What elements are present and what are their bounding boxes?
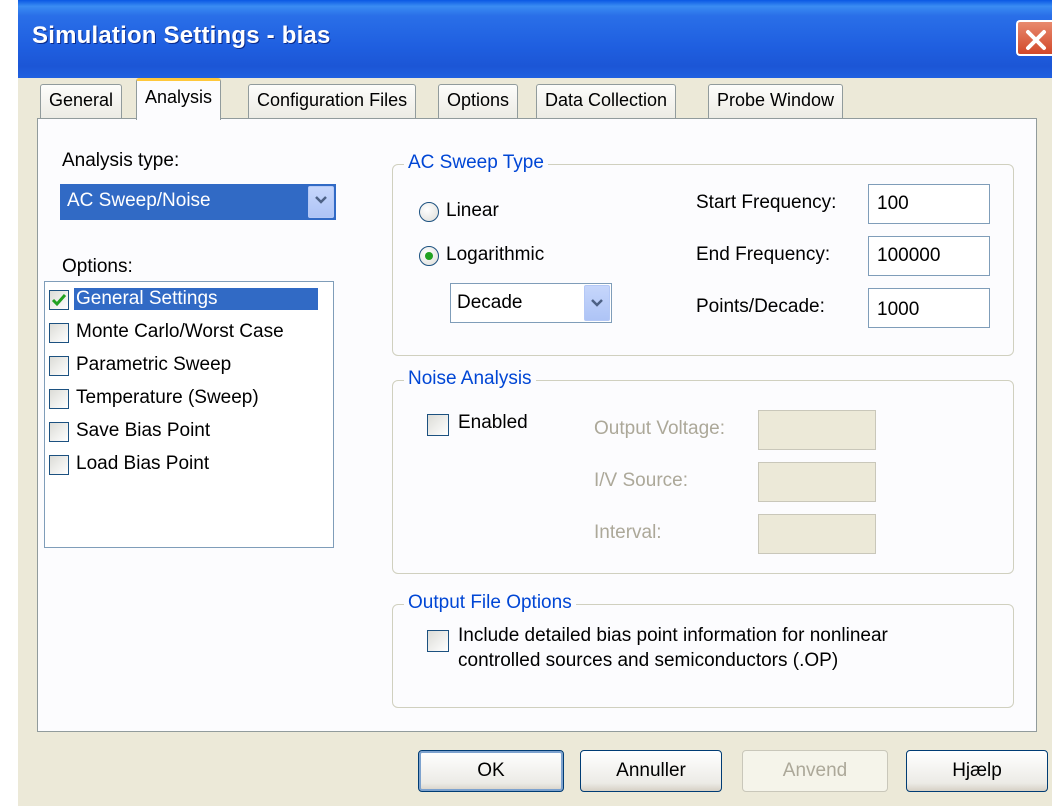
list-item-monte-carlo[interactable]: Monte Carlo/Worst Case bbox=[49, 319, 331, 349]
options-label: Options: bbox=[62, 256, 133, 277]
output-voltage-input[interactable] bbox=[758, 410, 876, 450]
start-frequency-label: Start Frequency: bbox=[696, 192, 837, 213]
list-item-general-settings[interactable]: General Settings bbox=[49, 286, 331, 316]
sweep-scale-value: Decade bbox=[457, 292, 523, 313]
noise-enabled-label: Enabled bbox=[458, 412, 528, 433]
list-item-label: Parametric Sweep bbox=[76, 354, 232, 375]
logarithmic-radio[interactable] bbox=[419, 246, 439, 266]
checkbox[interactable] bbox=[49, 290, 69, 310]
analysis-type-label: Analysis type: bbox=[62, 150, 180, 171]
radio-selected-dot bbox=[425, 252, 433, 260]
noise-enabled-checkbox[interactable] bbox=[427, 414, 449, 436]
analysis-type-dropdown[interactable]: AC Sweep/Noise bbox=[60, 184, 336, 220]
linear-radio[interactable] bbox=[419, 202, 439, 222]
linear-label: Linear bbox=[446, 200, 499, 221]
check-icon bbox=[51, 294, 67, 307]
output-voltage-label: Output Voltage: bbox=[594, 418, 725, 439]
ac-sweep-group-title: AC Sweep Type bbox=[404, 152, 548, 174]
list-item-temperature-sweep[interactable]: Temperature (Sweep) bbox=[49, 385, 331, 415]
chevron-down-icon bbox=[315, 196, 327, 204]
list-item-label: Monte Carlo/Worst Case bbox=[76, 321, 284, 342]
end-frequency-label: End Frequency: bbox=[696, 244, 831, 265]
include-bias-info-checkbox[interactable] bbox=[427, 630, 449, 652]
checkbox[interactable] bbox=[49, 356, 69, 376]
interval-input[interactable] bbox=[758, 514, 876, 554]
list-item-save-bias-point[interactable]: Save Bias Point bbox=[49, 418, 331, 448]
points-per-decade-value: 1000 bbox=[877, 299, 920, 320]
dropdown-button[interactable] bbox=[584, 285, 610, 321]
logarithmic-label: Logarithmic bbox=[446, 244, 545, 265]
checkbox[interactable] bbox=[49, 389, 69, 409]
noise-analysis-group-title: Noise Analysis bbox=[404, 368, 536, 390]
include-bias-info-label-line2: controlled sources and semiconductors (.… bbox=[458, 650, 839, 671]
points-per-decade-input[interactable]: 1000 bbox=[868, 288, 990, 328]
include-bias-info-label-line1: Include detailed bias point information … bbox=[458, 625, 888, 646]
cancel-button[interactable]: Annuller bbox=[580, 750, 722, 792]
checkbox[interactable] bbox=[49, 323, 69, 343]
interval-label: Interval: bbox=[594, 522, 662, 543]
end-frequency-input[interactable]: 100000 bbox=[868, 236, 990, 276]
dropdown-button[interactable] bbox=[308, 186, 334, 218]
list-item-parametric-sweep[interactable]: Parametric Sweep bbox=[49, 352, 331, 382]
list-item-load-bias-point[interactable]: Load Bias Point bbox=[49, 451, 331, 481]
options-list[interactable]: General Settings Monte Carlo/Worst Case … bbox=[44, 281, 334, 548]
iv-source-input[interactable] bbox=[758, 462, 876, 502]
analysis-type-value: AC Sweep/Noise bbox=[67, 190, 211, 211]
checkbox[interactable] bbox=[49, 422, 69, 442]
checkbox[interactable] bbox=[49, 455, 69, 475]
output-file-options-title: Output File Options bbox=[404, 592, 576, 614]
list-item-label: Save Bias Point bbox=[76, 420, 211, 441]
iv-source-label: I/V Source: bbox=[594, 470, 688, 491]
sweep-scale-dropdown[interactable]: Decade bbox=[450, 283, 612, 323]
list-item-label: Load Bias Point bbox=[76, 453, 210, 474]
start-frequency-value: 100 bbox=[877, 193, 909, 214]
list-item-label: General Settings bbox=[74, 288, 318, 310]
noise-analysis-group bbox=[392, 380, 1014, 574]
end-frequency-value: 100000 bbox=[877, 245, 941, 266]
apply-button[interactable]: Anvend bbox=[742, 750, 888, 792]
chevron-down-icon bbox=[591, 299, 603, 307]
help-button[interactable]: Hjælp bbox=[906, 750, 1048, 792]
ok-button[interactable]: OK bbox=[418, 750, 564, 792]
start-frequency-input[interactable]: 100 bbox=[868, 184, 990, 224]
list-item-label: Temperature (Sweep) bbox=[76, 387, 259, 408]
points-per-decade-label: Points/Decade: bbox=[696, 296, 825, 317]
